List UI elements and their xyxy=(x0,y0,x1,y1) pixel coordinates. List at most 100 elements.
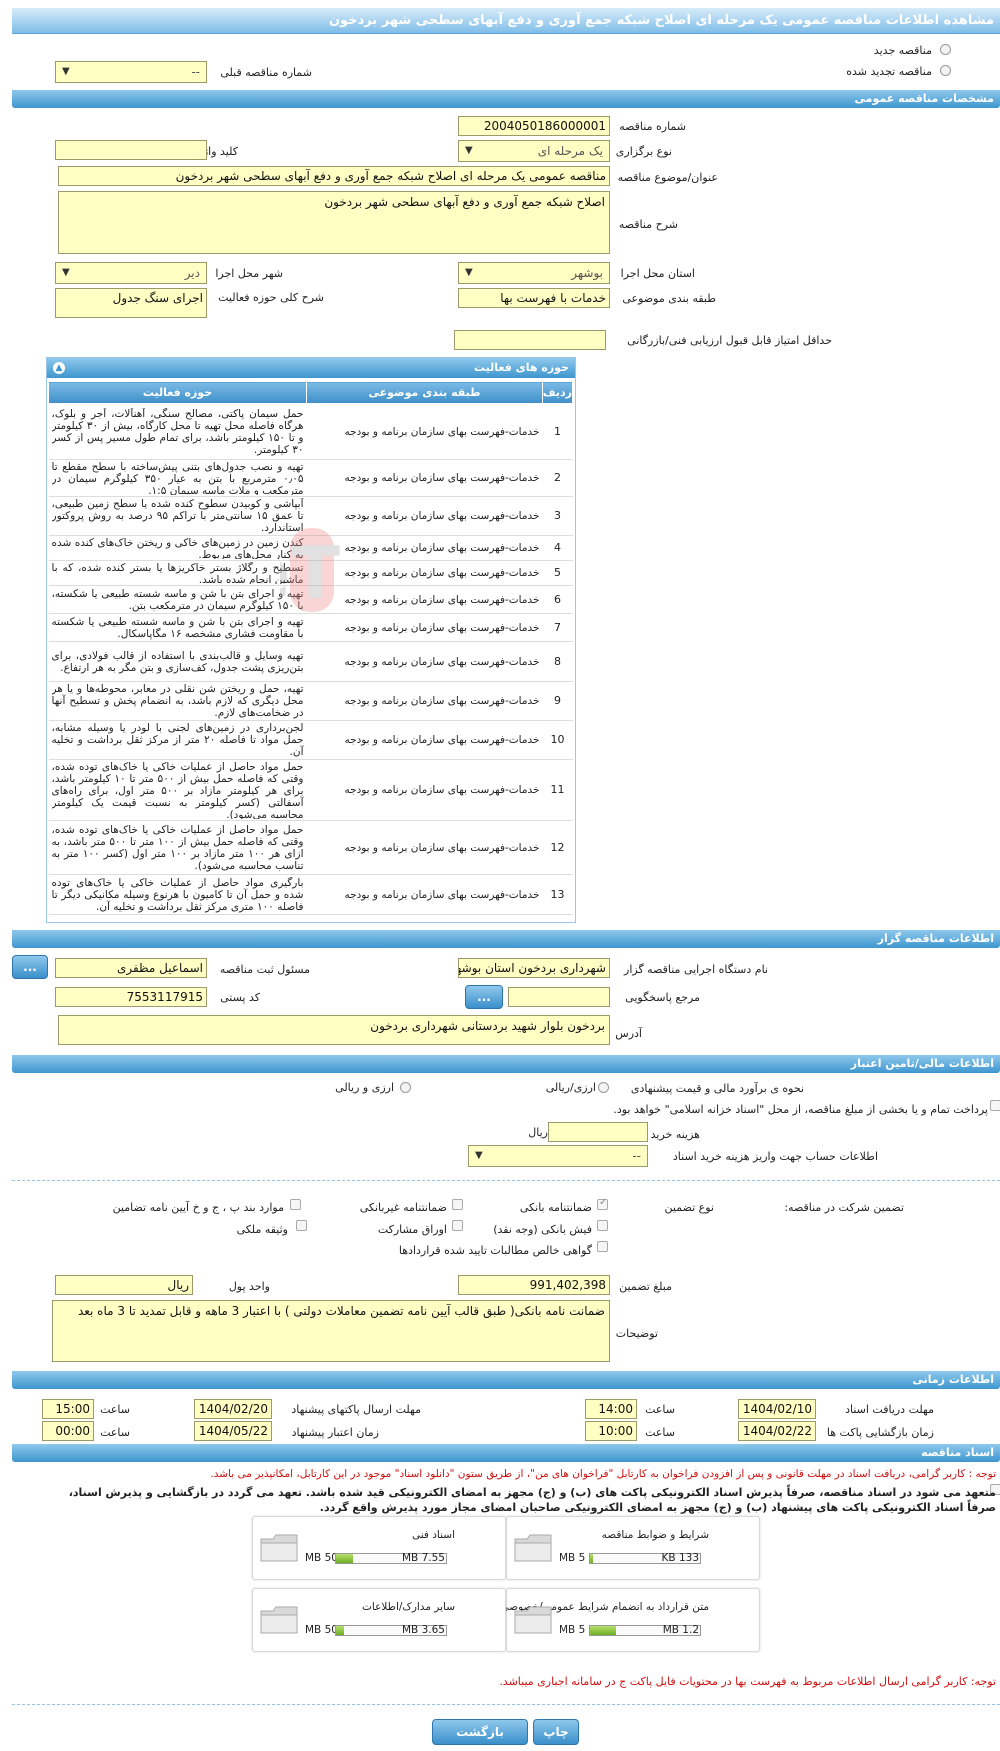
row-activity: تهیه وسایل و قالب‌بندی با استفاده از قال… xyxy=(48,641,307,682)
doc-fee-field[interactable] xyxy=(548,1122,648,1142)
prev-number-label: شماره مناقصه قبلی xyxy=(220,66,312,79)
prev-number-select[interactable]: -- ▼ xyxy=(55,61,207,83)
notes-field[interactable]: ضمانت نامه بانکی( طبق قالب آیین نامه تضم… xyxy=(52,1300,610,1362)
table-row: 4 خدمات-فهرست بهای سازمان برنامه و بودجه ک… xyxy=(48,535,573,561)
rial-radio[interactable] xyxy=(598,1082,609,1093)
row-number: 2 xyxy=(542,459,573,497)
chevron-down-icon: ▼ xyxy=(62,267,70,278)
ref-field[interactable] xyxy=(508,987,610,1007)
table-row: 9 خدمات-فهرست بهای سازمان برنامه و بودجه ت… xyxy=(48,681,573,721)
document-tile[interactable]: متن قرارداد به انضمام شرایط عمومی/خصوصی 5… xyxy=(500,1588,760,1652)
bank-check-checkbox[interactable] xyxy=(597,1220,608,1231)
document-tile[interactable]: اسناد فنی 50 MB 7.55 MB xyxy=(252,1516,506,1580)
row-number: 5 xyxy=(542,560,573,586)
treasury-text: پرداخت تمام و یا بخشی از مبلغ مناقصه، از… xyxy=(613,1103,988,1116)
doc-fee-unit: ریال xyxy=(528,1126,548,1139)
subject-field[interactable]: مناقصه عمومی یک مرحله ای اصلاح شبکه جمع … xyxy=(58,166,610,186)
row-activity: بارگیری مواد حاصل از عملیات خاکی یا خاک‌… xyxy=(48,874,307,915)
nonbank-guarantee-checkbox[interactable] xyxy=(452,1199,463,1210)
section-timing: اطلاعات زمانی xyxy=(12,1371,1000,1389)
clauses-label: موارد بند پ ، ج و خ آیین نامه تضامین xyxy=(112,1201,284,1214)
property-label: وثیقه ملکی xyxy=(236,1223,288,1236)
row-number: 6 xyxy=(542,585,573,614)
clauses-checkbox[interactable] xyxy=(290,1199,301,1210)
validity-time[interactable]: 00:00 xyxy=(42,1421,94,1441)
property-checkbox[interactable] xyxy=(296,1220,307,1231)
document-tile[interactable]: سایر مدارک/اطلاعات 50 MB 3.65 MB xyxy=(252,1588,506,1652)
ref-select-button[interactable]: ... xyxy=(465,985,503,1009)
category-label: طبقه بندی موضوعی xyxy=(622,292,716,305)
renewed-tender-radio[interactable] xyxy=(940,65,951,76)
fx-rial-label: ارزی و ریالی xyxy=(335,1081,394,1094)
row-category: خدمات-فهرست بهای سازمان برنامه و بودجه xyxy=(306,585,543,614)
province-select[interactable]: بوشهر ▼ xyxy=(458,262,610,284)
activities-panel-header: حوزه های فعالیت ▲ xyxy=(47,358,575,378)
notes-label: توضیحات xyxy=(615,1327,658,1340)
account-select[interactable]: -- ▼ xyxy=(468,1145,648,1167)
currency-label: واحد پول xyxy=(228,1280,270,1293)
row-number: 7 xyxy=(542,613,573,642)
scope-field[interactable]: اجرای سنگ جدول xyxy=(55,288,207,318)
more-button[interactable]: ... xyxy=(12,955,48,979)
activities-table: ردیف طبقه بندی موضوعی حوزه فعالیت 1 خدمات… xyxy=(48,381,573,915)
upload-progress-fill xyxy=(336,1626,344,1635)
section-general: مشخصات مناقصه عمومی xyxy=(12,90,1000,108)
fx-rial-radio[interactable] xyxy=(400,1082,411,1093)
commitment-line-1: متعهد می شود در اسناد مناقصه، صرفاً پذیر… xyxy=(68,1486,996,1499)
row-number: 9 xyxy=(542,681,573,721)
print-button[interactable]: چاپ xyxy=(533,1719,579,1745)
treasury-checkbox[interactable] xyxy=(990,1100,1000,1111)
col-activity-header: حوزه فعالیت xyxy=(48,381,307,404)
open-date[interactable]: 1404/02/22 xyxy=(738,1421,816,1441)
doc-receive-time[interactable]: 14:00 xyxy=(585,1399,637,1419)
open-time[interactable]: 10:00 xyxy=(585,1421,637,1441)
address-field[interactable]: بردخون بلوار شهید بردستانی شهرداری بردخو… xyxy=(58,1015,610,1045)
table-row: 11 خدمات-فهرست بهای سازمان برنامه و بودجه… xyxy=(48,759,573,821)
postal-label: کد پستی xyxy=(220,991,260,1004)
description-field[interactable]: اصلاح شبکه جمع آوری و دفع آبهای سطحی شهر… xyxy=(58,191,610,254)
receivables-checkbox[interactable] xyxy=(597,1241,608,1252)
min-score-field[interactable] xyxy=(454,330,606,350)
city-select[interactable]: دیر ▼ xyxy=(55,262,207,284)
chevron-down-icon: ▼ xyxy=(475,1150,483,1161)
chevron-down-icon: ▼ xyxy=(465,145,473,156)
org-label: نام دستگاه اجرایی مناقصه گزار xyxy=(624,963,768,976)
document-tile[interactable]: شرایط و ضوابط مناقصه 5 MB 133 KB xyxy=(506,1516,760,1580)
send-time[interactable]: 15:00 xyxy=(42,1399,94,1419)
row-activity: آبپاشی و کوبیدن سطوح کنده شده یا سطح زمی… xyxy=(48,496,307,536)
bonds-checkbox[interactable] xyxy=(452,1220,463,1231)
back-button[interactable]: بازگشت xyxy=(432,1719,528,1745)
row-number: 13 xyxy=(542,874,573,915)
holding-type-select[interactable]: یک مرحله ای ▼ xyxy=(458,140,610,162)
table-row: 1 خدمات-فهرست بهای سازمان برنامه و بودجه ح… xyxy=(48,403,573,460)
row-activity: کندن زمین در زمین‌های خاکی و ریختن خاک‌ه… xyxy=(48,535,307,561)
collapse-icon[interactable]: ▲ xyxy=(53,362,65,374)
validity-date[interactable]: 1404/05/22 xyxy=(194,1421,272,1441)
responsible-field[interactable]: اسماعیل مظفری xyxy=(55,958,207,978)
doc-receive-date[interactable]: 1404/02/10 xyxy=(738,1399,816,1419)
row-number: 8 xyxy=(542,641,573,682)
row-category: خدمات-فهرست بهای سازمان برنامه و بودجه xyxy=(306,720,543,760)
send-date[interactable]: 1404/02/20 xyxy=(194,1399,272,1419)
bank-guarantee-checkbox[interactable] xyxy=(597,1197,608,1210)
section-financial: اطلاعات مالی/تامین اعتبار xyxy=(12,1055,1000,1073)
category-field[interactable]: خدمات با فهرست بها xyxy=(458,288,610,308)
tender-number-field[interactable]: 2004050186000001 xyxy=(458,116,610,136)
send-label: مهلت ارسال پاکتهای پیشنهاد xyxy=(291,1403,421,1416)
new-tender-radio[interactable] xyxy=(940,44,951,55)
row-number: 3 xyxy=(542,496,573,536)
time-label: ساعت xyxy=(645,1426,675,1439)
org-field[interactable]: شهرداری بردخون استان بوشهر xyxy=(458,958,610,978)
rial-label: ارزی/ریالی xyxy=(545,1081,596,1094)
keyword-field[interactable] xyxy=(55,140,207,160)
row-category: خدمات-فهرست بهای سازمان برنامه و بودجه xyxy=(306,535,543,561)
postal-field[interactable]: 7553117915 xyxy=(55,987,207,1007)
max-size: 5 MB xyxy=(559,1552,586,1564)
table-row: 10 خدمات-فهرست بهای سازمان برنامه و بودجه… xyxy=(48,720,573,760)
currency-field[interactable]: ریال xyxy=(55,1275,193,1295)
folder-icon xyxy=(514,1606,552,1634)
bonds-label: اوراق مشارکت xyxy=(377,1223,447,1236)
max-size: 5 MB xyxy=(559,1624,586,1636)
table-row: 8 خدمات-فهرست بهای سازمان برنامه و بودجه ت… xyxy=(48,641,573,682)
amount-field[interactable]: 991,402,398 xyxy=(458,1275,610,1295)
